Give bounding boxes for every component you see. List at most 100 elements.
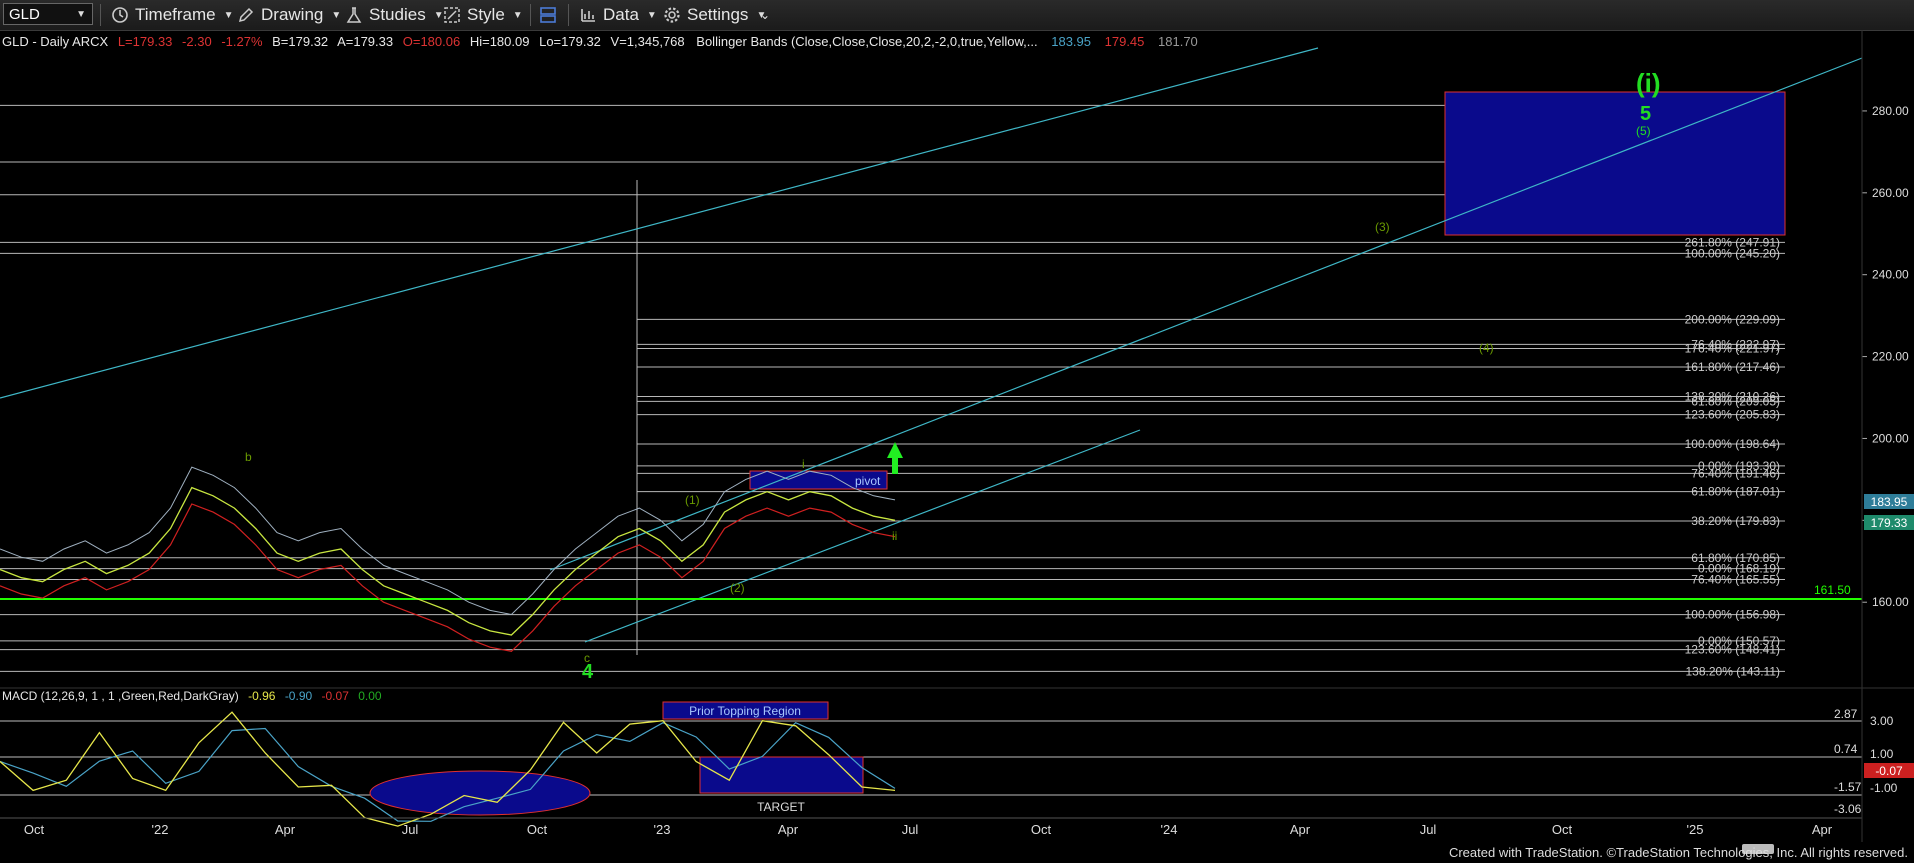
open-price: O=180.06 xyxy=(403,34,460,49)
fib-level-label: 100.00% (198.64) xyxy=(1685,437,1780,451)
macd-level-label: 2.87 xyxy=(1834,707,1858,721)
wave-label-5: 5 xyxy=(1640,103,1651,125)
price-line xyxy=(0,486,896,636)
macd-hist-value: -0.07 xyxy=(322,689,350,703)
time-tick-label: '23 xyxy=(654,822,671,837)
study-label: Bollinger Bands (Close,Close,Close,20,2,… xyxy=(696,34,1037,49)
prior-topping-label: Prior Topping Region xyxy=(689,704,801,718)
time-tick-label: '22 xyxy=(152,822,169,837)
last-price-tag-label: 179.33 xyxy=(1871,516,1908,530)
fib-level-label: 123.60% (205.83) xyxy=(1685,408,1780,422)
data-menu[interactable]: Data ▼ xyxy=(578,4,657,26)
wave-label-5-paren: (5) xyxy=(1636,124,1651,138)
fib-level-label: 100.00% (156.98) xyxy=(1685,608,1780,622)
macd-tick: 3.00 xyxy=(1870,714,1894,728)
wave-label-minor-i: i xyxy=(802,457,805,471)
layout-button[interactable] xyxy=(538,4,563,26)
fib-level-label: 100.00% (245.20) xyxy=(1685,246,1780,260)
settings-label: Settings xyxy=(687,5,749,24)
time-tick-label: Oct xyxy=(1552,822,1573,837)
gear-icon xyxy=(664,7,680,23)
macd-title: MACD (12,26,9, 1 , 1 ,Green,Red,DarkGray… xyxy=(2,689,239,703)
fib-level-label: 76.40% (165.55) xyxy=(1691,572,1780,586)
fib-level-label: 200.00% (229.09) xyxy=(1685,312,1780,326)
bid-price: B=179.32 xyxy=(272,34,328,49)
macd-target-box xyxy=(699,756,864,794)
ask-price: A=179.33 xyxy=(337,34,393,49)
studies-menu[interactable]: Studies ▼ xyxy=(344,4,444,26)
time-tick-label: '24 xyxy=(1161,822,1178,837)
target-box xyxy=(1444,91,1786,236)
bb-upper-value: 183.95 xyxy=(1051,34,1091,49)
macd-signal-value: -0.90 xyxy=(285,689,313,703)
fib-level-label: 123.60% (148.41) xyxy=(1685,643,1780,657)
price-axis: 160.00180.00200.00220.00240.00260.00280.… xyxy=(1862,104,1909,609)
symbol-selector[interactable]: GLD ▼ xyxy=(3,3,93,25)
wave-label-1: (1) xyxy=(685,493,700,507)
price-tick-label: 160.00 xyxy=(1872,595,1909,609)
macd-target-ellipse xyxy=(369,770,591,816)
price-tick-label: 260.00 xyxy=(1872,186,1909,200)
price-tick-label: 240.00 xyxy=(1872,268,1909,282)
bb-lower-value: 179.45 xyxy=(1105,34,1145,49)
wave-label-b: b xyxy=(245,450,252,464)
wave-label-c: c xyxy=(584,651,590,665)
price-chart[interactable]: GLD - Daily ARCX L=179.33 -2.30 -1.27% B… xyxy=(0,30,1914,842)
wave-label-3: (3) xyxy=(1375,220,1390,234)
last-price: L=179.33 xyxy=(118,34,173,49)
copyright-text: Created with TradeStation. ©TradeStation… xyxy=(1448,845,1908,860)
bb-price-tag-label: 183.95 xyxy=(1871,495,1908,509)
time-tick-label: Oct xyxy=(1031,822,1052,837)
toolbar: GLD ▼ Timeframe ▼ Drawing ▼ Studies ▼ St… xyxy=(0,0,1914,31)
wave-label-4: (4) xyxy=(1479,341,1494,355)
price-tick-label: 280.00 xyxy=(1872,104,1909,118)
settings-menu[interactable]: Settings ▼ xyxy=(662,4,766,26)
bollinger-lower-band xyxy=(0,503,896,652)
low-price: Lo=179.32 xyxy=(539,34,601,49)
symbol-heading: GLD - Daily ARCX xyxy=(2,34,109,49)
time-tick-label: Apr xyxy=(778,822,799,837)
fib-level-label: 176.40% (221.97) xyxy=(1685,342,1780,356)
drawing-menu[interactable]: Drawing ▼ xyxy=(236,4,341,26)
flask-icon xyxy=(346,7,362,23)
toolbar-divider xyxy=(100,4,101,26)
footer: Created with TradeStation. ©TradeStation… xyxy=(0,842,1914,863)
chevron-down-icon: ⌄ xyxy=(760,8,771,22)
pencil-icon xyxy=(238,7,254,23)
clock-icon xyxy=(112,7,128,23)
lower-trendline xyxy=(584,429,1141,643)
macd-tick: 1.00 xyxy=(1870,747,1894,761)
price-change-pct: -1.27% xyxy=(221,34,263,49)
symbol-value: GLD xyxy=(9,5,40,23)
time-axis: Oct '22 Apr Jul Oct '23 Apr Jul Oct '24 Apr Jul Oct '… xyxy=(24,822,1833,837)
toolbar-divider xyxy=(568,4,569,26)
bb-mid-value: 181.70 xyxy=(1158,34,1198,49)
drawing-label: Drawing xyxy=(261,5,324,24)
chevron-down-icon: ▼ xyxy=(223,9,234,21)
fib-level-label: 76.40% (191.46) xyxy=(1691,466,1780,480)
time-tick-label: Oct xyxy=(527,822,548,837)
time-tick-label: Jul xyxy=(1420,822,1437,837)
macd-current-label: -0.07 xyxy=(1875,764,1903,778)
price-tick-label: 200.00 xyxy=(1872,431,1909,445)
more-menu[interactable]: ⌄ xyxy=(760,4,770,26)
macd-axis: 2.87 3.00 0.74 1.00 -0.07 -1.57 -1.00 -3… xyxy=(1834,707,1914,816)
fib-level-label: 61.80% (187.01) xyxy=(1691,485,1780,499)
chevron-down-icon: ▼ xyxy=(646,9,657,21)
target-label: TARGET xyxy=(757,800,805,814)
macd-zero-value: 0.00 xyxy=(358,689,382,703)
time-tick-label: Apr xyxy=(275,822,296,837)
wave-label-minor-ii: ii xyxy=(892,529,897,543)
time-tick-label: Oct xyxy=(24,822,45,837)
bar-chart-icon xyxy=(581,9,595,22)
macd-level-label: 0.74 xyxy=(1834,742,1858,756)
time-tick-label: Jul xyxy=(902,822,919,837)
style-icon xyxy=(444,7,460,23)
time-tick-label: Jul xyxy=(402,822,419,837)
style-menu[interactable]: Style ▼ xyxy=(442,4,523,26)
studies-label: Studies xyxy=(369,5,426,24)
fib-level-label: 138.20% (143.11) xyxy=(1685,664,1780,678)
timeframe-menu[interactable]: Timeframe ▼ xyxy=(110,4,234,26)
up-arrow-icon xyxy=(887,442,903,474)
time-tick-label: Apr xyxy=(1290,822,1311,837)
